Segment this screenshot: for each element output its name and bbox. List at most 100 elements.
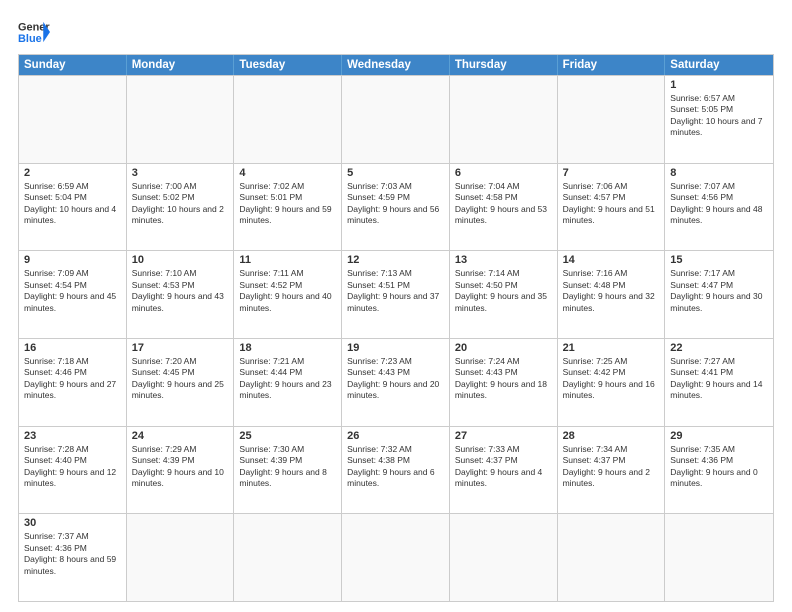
calendar-cell: 26Sunrise: 7:32 AMSunset: 4:38 PMDayligh… xyxy=(342,427,450,514)
day-info: Sunrise: 7:10 AMSunset: 4:53 PMDaylight:… xyxy=(132,268,229,314)
day-info: Sunrise: 7:09 AMSunset: 4:54 PMDaylight:… xyxy=(24,268,121,314)
calendar-cell: 28 Sunrise: 7:34 AMSunset: 4:37 PMDayligh… xyxy=(558,427,666,514)
calendar-cell: 18 Sunrise: 7:21 AMSunset: 4:44 PMDayligh… xyxy=(234,339,342,426)
calendar-cell: 14 Sunrise: 7:16 AMSunset: 4:48 PMDayligh… xyxy=(558,251,666,338)
calendar-cell xyxy=(19,76,127,163)
svg-text:Blue: Blue xyxy=(18,33,42,45)
day-info: Sunrise: 7:27 AMSunset: 4:41 PMDaylight:… xyxy=(670,356,768,402)
day-number: 5 xyxy=(347,167,444,179)
day-info: Sunrise: 7:06 AMSunset: 4:57 PMDaylight:… xyxy=(563,181,660,227)
calendar-cell xyxy=(558,514,666,601)
header-day-sunday: Sunday xyxy=(19,55,127,75)
calendar-cell: 19Sunrise: 7:23 AMSunset: 4:43 PMDayligh… xyxy=(342,339,450,426)
calendar: SundayMondayTuesdayWednesdayThursdayFrid… xyxy=(18,54,774,602)
day-number: 2 xyxy=(24,167,121,179)
generalblue-logo-icon: General Blue xyxy=(18,18,50,46)
calendar-cell: 3Sunrise: 7:00 AMSunset: 5:02 PMDaylight… xyxy=(127,164,235,251)
day-number: 4 xyxy=(239,167,336,179)
day-number: 23 xyxy=(24,430,121,442)
calendar-cell: 4 Sunrise: 7:02 AMSunset: 5:01 PMDaylight… xyxy=(234,164,342,251)
header-day-thursday: Thursday xyxy=(450,55,558,75)
calendar-cell: 15 Sunrise: 7:17 AMSunset: 4:47 PMDayligh… xyxy=(665,251,773,338)
calendar-cell xyxy=(342,76,450,163)
calendar-row-4: 23 Sunrise: 7:28 AMSunset: 4:40 PMDayligh… xyxy=(19,426,773,514)
calendar-cell: 29 Sunrise: 7:35 AMSunset: 4:36 PMDayligh… xyxy=(665,427,773,514)
day-number: 14 xyxy=(563,254,660,266)
day-number: 3 xyxy=(132,167,229,179)
day-number: 27 xyxy=(455,430,552,442)
calendar-cell: 2 Sunrise: 6:59 AMSunset: 5:04 PMDaylight… xyxy=(19,164,127,251)
day-info: Sunrise: 7:03 AMSunset: 4:59 PMDaylight:… xyxy=(347,181,444,227)
day-number: 6 xyxy=(455,167,552,179)
day-number: 30 xyxy=(24,517,121,529)
day-number: 17 xyxy=(132,342,229,354)
day-info: Sunrise: 7:30 AMSunset: 4:39 PMDaylight:… xyxy=(239,444,336,490)
day-info: Sunrise: 7:14 AMSunset: 4:50 PMDaylight:… xyxy=(455,268,552,314)
day-info: Sunrise: 6:57 AMSunset: 5:05 PMDaylight:… xyxy=(670,93,768,139)
logo: General Blue xyxy=(18,18,50,46)
calendar-cell: 5 Sunrise: 7:03 AMSunset: 4:59 PMDaylight… xyxy=(342,164,450,251)
day-info: Sunrise: 7:04 AMSunset: 4:58 PMDaylight:… xyxy=(455,181,552,227)
day-info: Sunrise: 6:59 AMSunset: 5:04 PMDaylight:… xyxy=(24,181,121,227)
day-info: Sunrise: 7:16 AMSunset: 4:48 PMDaylight:… xyxy=(563,268,660,314)
day-number: 22 xyxy=(670,342,768,354)
day-info: Sunrise: 7:18 AMSunset: 4:46 PMDaylight:… xyxy=(24,356,121,402)
day-number: 29 xyxy=(670,430,768,442)
calendar-cell xyxy=(558,76,666,163)
day-info: Sunrise: 7:28 AMSunset: 4:40 PMDaylight:… xyxy=(24,444,121,490)
day-info: Sunrise: 7:17 AMSunset: 4:47 PMDaylight:… xyxy=(670,268,768,314)
day-info: Sunrise: 7:02 AMSunset: 5:01 PMDaylight:… xyxy=(239,181,336,227)
calendar-cell: 21Sunrise: 7:25 AMSunset: 4:42 PMDayligh… xyxy=(558,339,666,426)
calendar-cell: 27Sunrise: 7:33 AMSunset: 4:37 PMDayligh… xyxy=(450,427,558,514)
calendar-cell: 24 Sunrise: 7:29 AMSunset: 4:39 PMDayligh… xyxy=(127,427,235,514)
day-number: 13 xyxy=(455,254,552,266)
day-number: 16 xyxy=(24,342,121,354)
day-info: Sunrise: 7:29 AMSunset: 4:39 PMDaylight:… xyxy=(132,444,229,490)
calendar-row-5: 30 Sunrise: 7:37 AMSunset: 4:36 PMDayligh… xyxy=(19,513,773,601)
day-number: 26 xyxy=(347,430,444,442)
calendar-cell: 17 Sunrise: 7:20 AMSunset: 4:45 PMDayligh… xyxy=(127,339,235,426)
day-info: Sunrise: 7:34 AMSunset: 4:37 PMDaylight:… xyxy=(563,444,660,490)
day-info: Sunrise: 7:24 AMSunset: 4:43 PMDaylight:… xyxy=(455,356,552,402)
day-number: 24 xyxy=(132,430,229,442)
calendar-cell: 11Sunrise: 7:11 AMSunset: 4:52 PMDayligh… xyxy=(234,251,342,338)
calendar-row-0: 1 Sunrise: 6:57 AMSunset: 5:05 PMDaylight… xyxy=(19,75,773,163)
day-number: 18 xyxy=(239,342,336,354)
header-day-friday: Friday xyxy=(558,55,666,75)
day-info: Sunrise: 7:13 AMSunset: 4:51 PMDaylight:… xyxy=(347,268,444,314)
day-number: 20 xyxy=(455,342,552,354)
calendar-cell: 25Sunrise: 7:30 AMSunset: 4:39 PMDayligh… xyxy=(234,427,342,514)
calendar-cell: 7 Sunrise: 7:06 AMSunset: 4:57 PMDaylight… xyxy=(558,164,666,251)
header-day-saturday: Saturday xyxy=(665,55,773,75)
calendar-cell: 13 Sunrise: 7:14 AMSunset: 4:50 PMDayligh… xyxy=(450,251,558,338)
calendar-cell xyxy=(127,76,235,163)
calendar-cell: 10 Sunrise: 7:10 AMSunset: 4:53 PMDayligh… xyxy=(127,251,235,338)
header: General Blue xyxy=(18,18,774,46)
day-info: Sunrise: 7:21 AMSunset: 4:44 PMDaylight:… xyxy=(239,356,336,402)
day-info: Sunrise: 7:07 AMSunset: 4:56 PMDaylight:… xyxy=(670,181,768,227)
page: General Blue SundayMondayTuesdayWednesda… xyxy=(0,0,792,612)
day-number: 7 xyxy=(563,167,660,179)
day-number: 9 xyxy=(24,254,121,266)
calendar-header: SundayMondayTuesdayWednesdayThursdayFrid… xyxy=(19,55,773,75)
calendar-cell: 6 Sunrise: 7:04 AMSunset: 4:58 PMDaylight… xyxy=(450,164,558,251)
day-number: 28 xyxy=(563,430,660,442)
day-info: Sunrise: 7:20 AMSunset: 4:45 PMDaylight:… xyxy=(132,356,229,402)
calendar-cell: 8 Sunrise: 7:07 AMSunset: 4:56 PMDaylight… xyxy=(665,164,773,251)
calendar-cell: 22 Sunrise: 7:27 AMSunset: 4:41 PMDayligh… xyxy=(665,339,773,426)
day-number: 10 xyxy=(132,254,229,266)
calendar-cell: 23 Sunrise: 7:28 AMSunset: 4:40 PMDayligh… xyxy=(19,427,127,514)
calendar-cell xyxy=(234,514,342,601)
day-info: Sunrise: 7:37 AMSunset: 4:36 PMDaylight:… xyxy=(24,531,121,577)
header-day-wednesday: Wednesday xyxy=(342,55,450,75)
calendar-cell xyxy=(450,514,558,601)
day-info: Sunrise: 7:35 AMSunset: 4:36 PMDaylight:… xyxy=(670,444,768,490)
calendar-cell xyxy=(234,76,342,163)
day-number: 1 xyxy=(670,79,768,91)
calendar-cell xyxy=(665,514,773,601)
calendar-cell: 20 Sunrise: 7:24 AMSunset: 4:43 PMDayligh… xyxy=(450,339,558,426)
day-number: 8 xyxy=(670,167,768,179)
day-number: 15 xyxy=(670,254,768,266)
header-day-monday: Monday xyxy=(127,55,235,75)
calendar-cell: 30 Sunrise: 7:37 AMSunset: 4:36 PMDayligh… xyxy=(19,514,127,601)
